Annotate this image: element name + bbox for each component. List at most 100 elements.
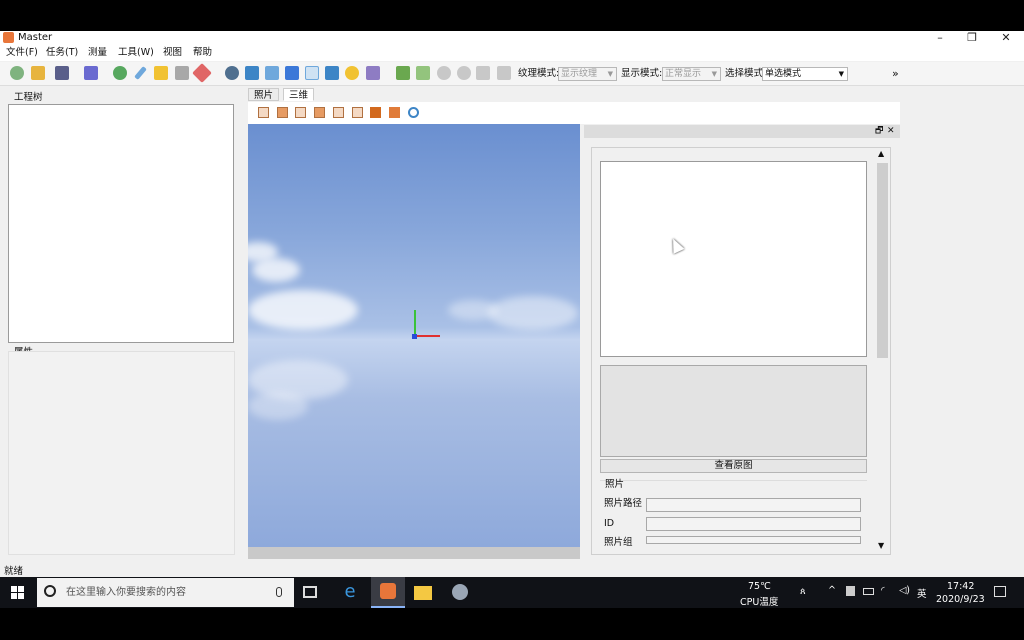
- cloud: [252, 258, 300, 282]
- info-icon[interactable]: [457, 66, 471, 80]
- volume-icon[interactable]: [175, 66, 189, 80]
- clock-date[interactable]: 2020/9/23: [936, 594, 985, 605]
- taskbar-search-box[interactable]: 在这里输入你要搜索的内容: [37, 578, 294, 607]
- menu-task[interactable]: 任务(T): [46, 45, 78, 61]
- location-pin-icon[interactable]: [113, 66, 127, 80]
- close-button[interactable]: ✕: [991, 31, 1021, 45]
- save-icon[interactable]: [55, 66, 69, 80]
- ime-indicator[interactable]: 英: [917, 586, 927, 600]
- cloud: [488, 296, 578, 330]
- view-cube-iso2-icon[interactable]: [389, 107, 400, 118]
- capture-icon[interactable]: [396, 66, 410, 80]
- view-cube-right-icon[interactable]: [314, 107, 325, 118]
- menu-file[interactable]: 文件(F): [6, 45, 38, 61]
- properties-panel: [8, 351, 235, 555]
- id-field[interactable]: [646, 517, 861, 531]
- view-cube-top-icon[interactable]: [333, 107, 344, 118]
- view-cube-front-icon[interactable]: [258, 107, 269, 118]
- project-tree[interactable]: [8, 104, 234, 343]
- display-mode-value: 正常显示: [665, 69, 702, 79]
- text-icon[interactable]: [305, 66, 319, 80]
- menu-bar: 文件(F) 任务(T) 测量 工具(W) 视图 帮助: [0, 45, 1024, 61]
- settings-gear-icon[interactable]: [225, 66, 239, 80]
- photo-preview[interactable]: [600, 161, 867, 357]
- app-icon-remote[interactable]: [452, 584, 468, 600]
- select-mode-value: 单选模式: [765, 69, 802, 79]
- scroll-up-icon[interactable]: ▲: [878, 149, 884, 158]
- menu-help[interactable]: 帮助: [193, 45, 212, 61]
- people-icon[interactable]: ጰ: [800, 586, 806, 597]
- app-icon: [3, 32, 14, 43]
- microphone-icon[interactable]: [276, 587, 282, 597]
- view-cube-back-icon[interactable]: [277, 107, 288, 118]
- windows-start-icon[interactable]: [11, 586, 24, 599]
- app-window: Master – ❐ ✕ 文件(F) 任务(T) 测量 工具(W) 视图 帮助: [0, 31, 1024, 577]
- task-view-icon[interactable]: [303, 586, 317, 598]
- photo-thumbnail: [600, 365, 867, 457]
- chevron-up-icon[interactable]: ^: [828, 585, 836, 596]
- tab-photo[interactable]: 照片: [248, 88, 280, 101]
- volume-icon[interactable]: ◁): [899, 585, 910, 596]
- photo-group-field[interactable]: [646, 536, 861, 544]
- float-icon[interactable]: 🗗: [875, 125, 883, 138]
- new-project-icon[interactable]: [10, 66, 24, 80]
- view-cube-left-icon[interactable]: [295, 107, 306, 118]
- photo-path-label: 照片路径: [604, 498, 643, 509]
- camera-align-icon[interactable]: [245, 66, 259, 80]
- file-explorer-icon[interactable]: [414, 586, 432, 600]
- view-cube-iso-icon[interactable]: [370, 107, 381, 118]
- main-toolbar: 纹理模式: 显示纹理 ▼ 显示模式: 正常显示 ▼ 选择模式 单选模式 ▼ »: [0, 62, 1024, 86]
- photo-path-field[interactable]: [646, 498, 861, 512]
- menu-tools[interactable]: 工具(W): [118, 45, 154, 61]
- scroll-down-icon[interactable]: ▼: [878, 541, 884, 550]
- view-cube-bottom-icon[interactable]: [352, 107, 363, 118]
- check-icon[interactable]: [437, 66, 451, 80]
- chevron-down-icon: ▼: [838, 70, 844, 78]
- connect-icon[interactable]: [497, 66, 511, 80]
- download-icon[interactable]: [325, 66, 339, 80]
- edge-browser-icon[interactable]: e: [340, 582, 360, 602]
- axis-y-icon: [414, 310, 416, 336]
- menu-view[interactable]: 视图: [163, 45, 182, 61]
- defender-icon[interactable]: [846, 586, 855, 596]
- maximize-button[interactable]: ❐: [957, 31, 987, 45]
- notification-icon[interactable]: [994, 586, 1006, 597]
- minimize-button[interactable]: –: [925, 31, 955, 45]
- view-orbit-icon[interactable]: [408, 107, 419, 118]
- menu-measure[interactable]: 测量: [88, 45, 107, 61]
- texture-mode-select[interactable]: 显示纹理 ▼: [558, 67, 617, 81]
- view-original-button[interactable]: 查看原图: [600, 459, 867, 473]
- toolbar-overflow-button[interactable]: »: [892, 67, 899, 81]
- network-icon[interactable]: ◜: [881, 585, 885, 596]
- axis-x-icon: [414, 335, 440, 337]
- display-mode-select[interactable]: 正常显示 ▼: [662, 67, 721, 81]
- dock-header: 🗗 ✕: [584, 125, 900, 138]
- select-mode-label: 选择模式: [725, 68, 764, 79]
- points-icon[interactable]: [476, 66, 490, 80]
- dock-scrollbar[interactable]: ▲ ▼: [876, 149, 889, 553]
- taskbar-app-master[interactable]: [371, 577, 405, 608]
- eraser-icon[interactable]: [192, 63, 212, 83]
- clock-time[interactable]: 17:42: [947, 581, 974, 592]
- 3d-viewport[interactable]: [248, 124, 580, 547]
- cortana-icon: [44, 585, 56, 597]
- dock-close-icon[interactable]: ✕: [887, 125, 895, 138]
- battery-icon[interactable]: [863, 588, 874, 595]
- chevron-down-icon: ▼: [711, 70, 717, 78]
- chevron-down-icon: ▼: [607, 70, 613, 78]
- area-icon[interactable]: [154, 66, 168, 80]
- grid-icon[interactable]: [84, 66, 98, 80]
- tab-3d[interactable]: 三维: [283, 88, 315, 101]
- photo-group-label: 照片组: [604, 537, 633, 548]
- export-icon[interactable]: [285, 66, 299, 80]
- cpu-temp-label: CPU温度: [740, 597, 779, 608]
- capture-plus-icon[interactable]: [416, 66, 430, 80]
- select-mode-select[interactable]: 单选模式 ▼: [762, 67, 848, 81]
- edit-model-icon[interactable]: [366, 66, 380, 80]
- ruler-icon[interactable]: [134, 66, 147, 80]
- image-icon[interactable]: [265, 66, 279, 80]
- scrollbar-thumb[interactable]: [877, 163, 888, 358]
- photo-info-group: 照片 照片路径 ID 照片组: [600, 479, 867, 548]
- open-folder-icon[interactable]: [31, 66, 45, 80]
- eye-icon[interactable]: [345, 66, 359, 80]
